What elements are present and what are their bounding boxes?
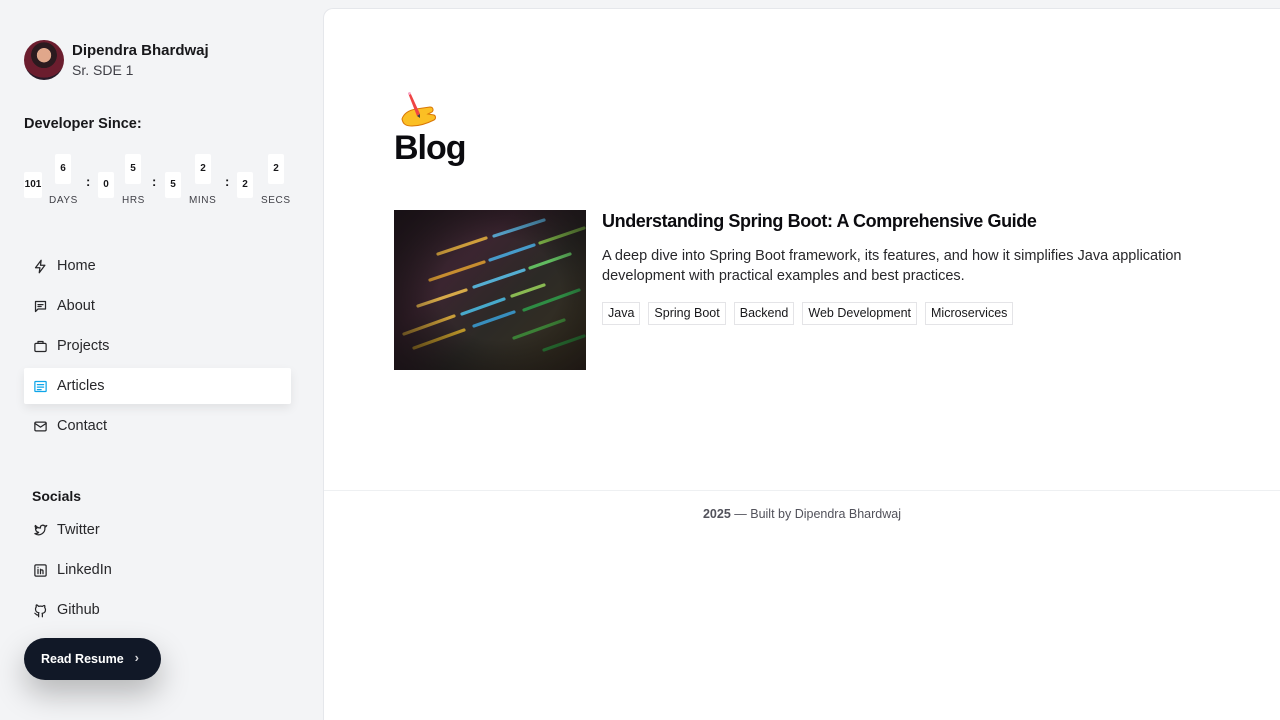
twitter-icon [34,524,48,535]
counter-separator: : [225,174,230,189]
profile-text: Dipendra Bhardwaj Sr. SDE 1 [72,41,209,80]
days-unit: DAYS [49,195,78,206]
secs-digit-1: 2 [237,172,253,198]
mail-icon [34,421,47,431]
mins-unit: MINS [189,195,217,206]
social-item-label: LinkedIn [57,562,112,578]
social-item-label: Twitter [57,522,100,538]
tag[interactable]: Web Development [802,302,917,325]
profile[interactable]: Dipendra Bhardwaj Sr. SDE 1 [24,40,209,80]
main-content: Blog Understanding Spring Boot: A Compre… [323,8,1280,720]
page-title: Blog [394,129,467,167]
tag[interactable]: Microservices [925,302,1014,325]
briefcase-icon [34,340,47,352]
counter-separator: : [152,174,157,189]
sidebar: Dipendra Bhardwaj Sr. SDE 1 Developer Si… [0,0,323,720]
tag[interactable]: Backend [733,302,795,325]
nav-item-label: Projects [57,338,110,354]
counter-separator: : [86,174,91,189]
main-nav: Home About Projects Articles Contact [24,248,291,448]
tag[interactable]: Spring Boot [648,302,726,325]
nav-item-articles[interactable]: Articles [24,368,291,404]
secs-unit: SECS [261,195,291,206]
social-item-twitter[interactable]: Twitter [24,512,291,548]
days-digit-1: 101 [24,172,42,198]
footer-divider [324,490,1280,491]
article-description: A deep dive into Spring Boot framework, … [602,248,1182,284]
profile-role: Sr. SDE 1 [72,61,134,78]
read-resume-label: Read Resume [41,652,124,666]
socials-label: Socials [32,488,82,504]
tag[interactable]: Java [602,302,641,325]
article-icon [34,380,47,392]
hrs-digit-2: 5 [125,154,141,184]
secs-digit-2: 2 [268,154,284,184]
nav-item-label: Home [57,258,96,274]
article-tags: Java Spring Boot Backend Web Development… [602,302,1021,325]
read-resume-button[interactable]: Read Resume › [24,638,161,680]
hrs-digit-1: 0 [98,172,114,198]
linkedin-icon [34,563,47,577]
social-item-linkedin[interactable]: LinkedIn [24,552,291,588]
writing-hand-icon [401,92,436,127]
footer: 2025 — Built by Dipendra Bhardwaj [324,507,1280,521]
nav-item-label: Articles [57,378,105,394]
chevron-right-icon: › [134,650,139,665]
nav-item-home[interactable]: Home [24,248,291,284]
footer-text: — Built by Dipendra Bhardwaj [730,507,902,521]
nav-item-projects[interactable]: Projects [24,328,291,364]
developer-since-counter: 101 6 DAYS : 0 5 HRS : 5 2 MINS : 2 2 SE… [24,154,294,210]
github-icon [34,603,47,617]
days-digit-2: 6 [55,154,71,184]
article-thumbnail [394,210,586,370]
social-item-label: Github [57,602,100,618]
message-icon [34,300,47,312]
mins-digit-2: 2 [195,154,211,184]
social-item-github[interactable]: Github [24,592,291,628]
nav-item-label: About [57,298,95,314]
mins-digit-1: 5 [165,172,181,198]
article-card[interactable]: Understanding Spring Boot: A Comprehensi… [394,210,1224,370]
socials-nav: Twitter LinkedIn Github [24,512,291,632]
avatar [24,40,64,80]
article-title[interactable]: Understanding Spring Boot: A Comprehensi… [602,211,1037,232]
nav-item-about[interactable]: About [24,288,291,324]
footer-year: 2025 [702,507,731,521]
hrs-unit: HRS [122,195,145,206]
bolt-icon [34,259,46,273]
developer-since-label: Developer Since: [24,116,142,132]
nav-item-contact[interactable]: Contact [24,408,291,444]
profile-name: Dipendra Bhardwaj [72,41,209,59]
nav-item-label: Contact [57,418,107,434]
